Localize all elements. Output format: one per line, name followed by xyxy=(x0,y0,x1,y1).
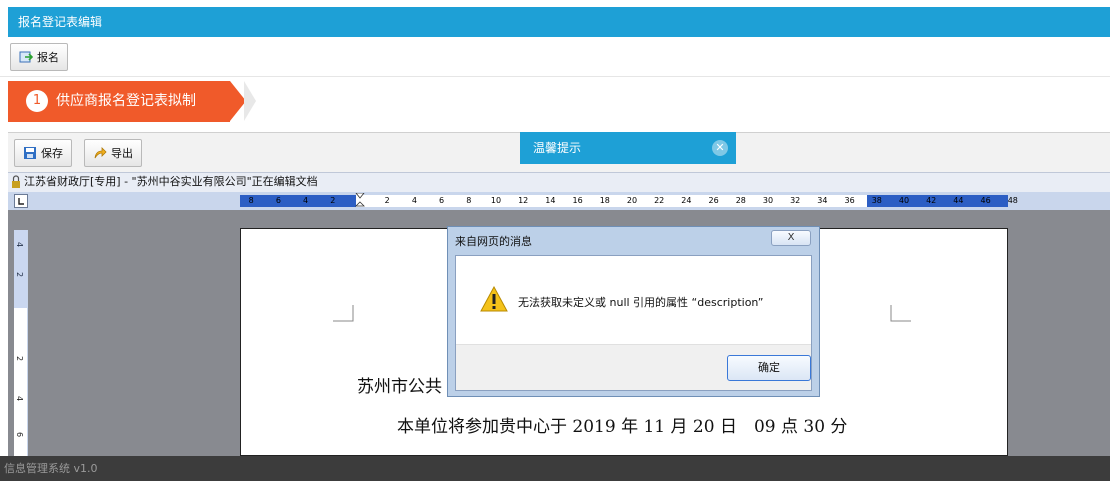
editing-status-bar: 江苏省财政厅[专用] - "苏州中谷实业有限公司"正在编辑文档 xyxy=(8,172,1110,192)
tab-stop-selector[interactable] xyxy=(14,194,28,208)
save-icon xyxy=(23,146,37,160)
ruler-tick-label: 2 xyxy=(384,196,390,205)
main-toolbar: 报名 xyxy=(0,37,1110,77)
warning-icon xyxy=(480,286,508,312)
indent-marker-icon[interactable] xyxy=(355,193,365,207)
export-button-label: 导出 xyxy=(111,148,133,160)
ruler-tick-label: 6 xyxy=(439,196,445,205)
app-title-bar: 报名登记表编辑 xyxy=(8,7,1110,37)
editing-status-text: 江苏省财政厅[专用] - "苏州中谷实业有限公司"正在编辑文档 xyxy=(24,175,318,188)
ruler-tick-label: 38 xyxy=(871,196,882,205)
dialog-close-button[interactable]: X xyxy=(771,230,811,246)
ruler-tick-label: 6 xyxy=(275,196,281,205)
ruler-tick-label: 42 xyxy=(926,196,937,205)
ruler-tick-label: 12 xyxy=(518,196,529,205)
ruler-scale: 8 6 4 2 2 4 6 8 10 12 14 16 18 20 22 24 26 28 30 32 34 36 38 40… xyxy=(240,193,1018,207)
ruler-tick-label: 2 xyxy=(330,196,336,205)
vertical-ruler-label: 4 xyxy=(15,395,25,402)
ruler-tick-label: 22 xyxy=(654,196,665,205)
lock-icon xyxy=(11,175,21,189)
save-button[interactable]: 保存 xyxy=(14,139,72,167)
export-icon xyxy=(93,146,107,160)
register-icon xyxy=(19,50,34,64)
close-icon[interactable]: ✕ xyxy=(712,140,728,156)
ruler-tick-label: 28 xyxy=(735,196,746,205)
ok-button[interactable]: 确定 xyxy=(727,355,811,381)
ruler-tick-label: 8 xyxy=(466,196,472,205)
ruler-tick-label: 14 xyxy=(545,196,556,205)
dialog-title: 来自网页的消息 xyxy=(455,235,532,248)
app-title: 报名登记表编辑 xyxy=(18,15,103,29)
app-footer: 信息管理系统 v1.0 xyxy=(0,456,1110,481)
ruler-tick-label: 48 xyxy=(1007,196,1018,205)
ruler-tick-label: 18 xyxy=(599,196,610,205)
ruler-tick-label: 10 xyxy=(490,196,502,205)
ruler-tick-label: 30 xyxy=(762,196,774,205)
register-button[interactable]: 报名 xyxy=(10,43,68,71)
register-button-label: 报名 xyxy=(37,52,59,64)
ruler-tick-label: 8 xyxy=(248,196,254,205)
margin-corner-mark-left xyxy=(333,305,354,322)
step-indicator[interactable]: 1 供应商报名登记表拟制 xyxy=(8,81,246,122)
ruler-tick-label: 36 xyxy=(844,196,855,205)
ruler-tick-label: 26 xyxy=(708,196,719,205)
tip-panel: 温馨提示 ✕ xyxy=(520,132,736,164)
ruler-tick-label: 32 xyxy=(790,196,801,205)
tip-title: 温馨提示 xyxy=(533,141,582,155)
vertical-ruler[interactable]: 42246 xyxy=(14,230,28,456)
step-next-arrow xyxy=(244,81,256,121)
message-dialog: 来自网页的消息 X 无法获取未定义或 null 引用的属性 “descripti… xyxy=(447,226,820,397)
step-number: 1 xyxy=(26,90,48,112)
margin-corner-mark-right xyxy=(890,305,911,322)
ruler-tick-label: 4 xyxy=(303,196,309,205)
ruler-tick-label: 4 xyxy=(411,196,417,205)
dialog-message: 无法获取未定义或 null 引用的属性 “description” xyxy=(518,296,764,309)
dialog-body: 无法获取未定义或 null 引用的属性 “description” 确定 xyxy=(455,255,812,391)
save-button-label: 保存 xyxy=(41,148,63,160)
ruler-tick-label: 46 xyxy=(980,196,991,205)
vertical-ruler-label: 2 xyxy=(15,355,25,362)
export-button[interactable]: 导出 xyxy=(84,139,142,167)
ruler-tick-label: 24 xyxy=(681,196,692,205)
ruler-tick-label: 20 xyxy=(626,196,638,205)
ruler-tick-label: 44 xyxy=(953,196,964,205)
dialog-footer: 确定 xyxy=(456,344,811,390)
vertical-ruler-label: 6 xyxy=(15,431,25,438)
ruler-tick-label: 40 xyxy=(898,196,910,205)
document-line-body: 本单位将参加贵中心于 2019 年 11 月 20 日 09 点 30 分 xyxy=(397,417,848,437)
ruler-tick-label: 16 xyxy=(572,196,583,205)
ruler-tick-label: 34 xyxy=(817,196,828,205)
step-label: 供应商报名登记表拟制 xyxy=(56,93,196,109)
document-line-recipient: 苏州市公共 xyxy=(357,377,442,397)
footer-text: 信息管理系统 v1.0 xyxy=(4,462,98,475)
horizontal-ruler[interactable]: 8 6 4 2 2 4 6 8 10 12 14 16 18 20 22 24 26 28 30 32 34 36 38 40… xyxy=(8,192,1110,210)
vertical-ruler-margin xyxy=(14,230,27,308)
ruler-margin-left xyxy=(240,195,356,207)
